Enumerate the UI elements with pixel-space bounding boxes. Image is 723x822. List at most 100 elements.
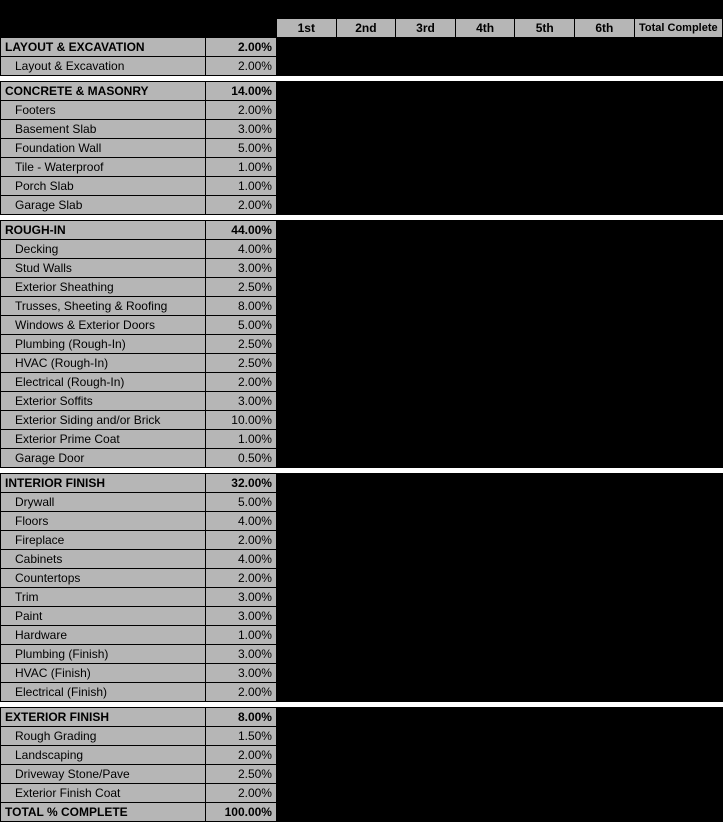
period-cell [276, 139, 336, 158]
period-cell [455, 569, 515, 588]
period-cell [276, 607, 336, 626]
period-cell [515, 607, 575, 626]
item-row: Stud Walls3.00% [1, 259, 723, 278]
period-cell [336, 82, 396, 101]
period-cell [455, 196, 515, 215]
section-name: INTERIOR FINISH [1, 474, 206, 493]
period-cell [455, 746, 515, 765]
item-pct: 2.00% [206, 746, 277, 765]
total-cell [634, 373, 722, 392]
total-label: TOTAL % COMPLETE [1, 803, 206, 822]
period-cell [575, 645, 635, 664]
item-row: Trim3.00% [1, 588, 723, 607]
item-row: Cabinets4.00% [1, 550, 723, 569]
item-pct: 2.50% [206, 335, 277, 354]
total-cell [634, 512, 722, 531]
period-cell [515, 196, 575, 215]
period-cell [455, 411, 515, 430]
period-cell [276, 278, 336, 297]
item-pct: 2.00% [206, 784, 277, 803]
item-row: Footers2.00% [1, 101, 723, 120]
item-pct: 5.00% [206, 493, 277, 512]
period-cell [575, 297, 635, 316]
period-cell [575, 664, 635, 683]
period-cell [276, 493, 336, 512]
period-cell [455, 158, 515, 177]
item-row: Exterior Finish Coat2.00% [1, 784, 723, 803]
period-cell [515, 683, 575, 702]
period-cell [515, 588, 575, 607]
item-row: Foundation Wall5.00% [1, 139, 723, 158]
period-cell [455, 354, 515, 373]
total-cell [634, 335, 722, 354]
item-row: Porch Slab1.00% [1, 177, 723, 196]
item-pct: 2.50% [206, 765, 277, 784]
total-cell [634, 120, 722, 139]
period-cell [575, 82, 635, 101]
header-period-5: 5th [515, 19, 575, 38]
total-cell [634, 82, 722, 101]
period-cell [515, 177, 575, 196]
period-cell [396, 392, 456, 411]
period-cell [336, 335, 396, 354]
item-pct: 4.00% [206, 550, 277, 569]
section-header: EXTERIOR FINISH8.00% [1, 708, 723, 727]
period-cell [515, 316, 575, 335]
section-pct: 44.00% [206, 221, 277, 240]
period-cell [455, 708, 515, 727]
period-cell [575, 373, 635, 392]
period-cell [396, 531, 456, 550]
total-cell [634, 746, 722, 765]
item-pct: 4.00% [206, 240, 277, 259]
period-cell [396, 221, 456, 240]
period-cell [575, 683, 635, 702]
period-cell [515, 38, 575, 57]
period-cell [575, 392, 635, 411]
header-period-2: 2nd [336, 19, 396, 38]
period-cell [515, 474, 575, 493]
item-name: Countertops [1, 569, 206, 588]
period-cell [455, 316, 515, 335]
period-cell [396, 550, 456, 569]
period-cell [515, 278, 575, 297]
item-name: Exterior Finish Coat [1, 784, 206, 803]
item-pct: 0.50% [206, 449, 277, 468]
item-row: Paint3.00% [1, 607, 723, 626]
period-cell [515, 297, 575, 316]
total-cell [634, 645, 722, 664]
period-cell [336, 38, 396, 57]
period-cell [276, 392, 336, 411]
period-cell [276, 221, 336, 240]
item-row: Floors4.00% [1, 512, 723, 531]
header-period-6: 6th [575, 19, 635, 38]
item-name: Fireplace [1, 531, 206, 550]
period-cell [515, 57, 575, 76]
item-name: Exterior Siding and/or Brick [1, 411, 206, 430]
period-cell [455, 335, 515, 354]
period-cell [336, 626, 396, 645]
period-cell [455, 177, 515, 196]
period-cell [336, 354, 396, 373]
period-cell [276, 57, 336, 76]
period-cell [575, 626, 635, 645]
period-cell [455, 645, 515, 664]
period-cell [396, 240, 456, 259]
section-header: LAYOUT & EXCAVATION2.00% [1, 38, 723, 57]
item-name: Porch Slab [1, 177, 206, 196]
period-cell [336, 259, 396, 278]
period-cell [336, 550, 396, 569]
total-pct: 100.00% [206, 803, 277, 822]
period-cell [276, 803, 336, 822]
period-cell [276, 645, 336, 664]
period-cell [455, 297, 515, 316]
period-cell [396, 588, 456, 607]
period-cell [575, 38, 635, 57]
period-cell [396, 645, 456, 664]
item-name: Footers [1, 101, 206, 120]
item-name: Floors [1, 512, 206, 531]
total-cell [634, 449, 722, 468]
period-cell [396, 278, 456, 297]
item-pct: 2.00% [206, 57, 277, 76]
period-cell [336, 512, 396, 531]
item-row: HVAC (Finish)3.00% [1, 664, 723, 683]
